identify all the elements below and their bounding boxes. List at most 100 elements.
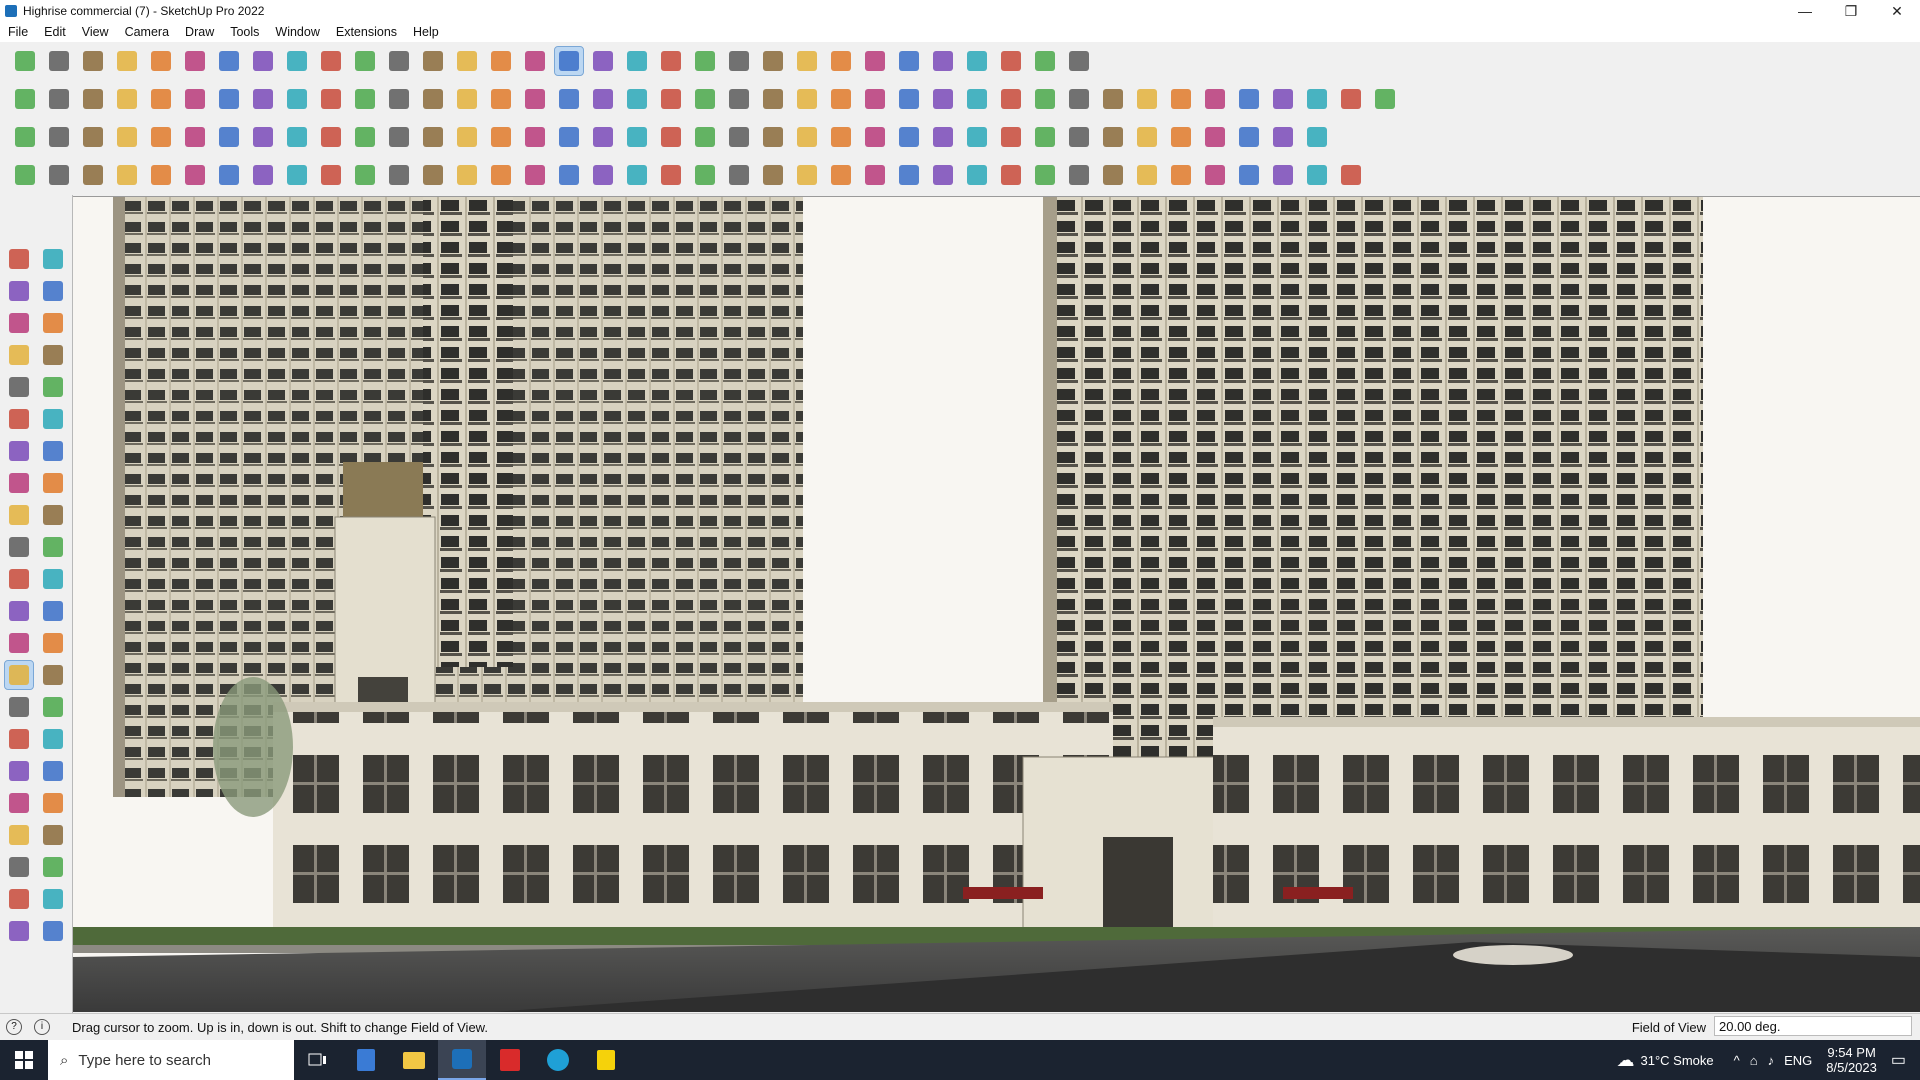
- tray-tool-icon-36[interactable]: [39, 789, 67, 817]
- row2-tool-icon-25[interactable]: [827, 85, 855, 113]
- row4-tool-icon-15[interactable]: [487, 161, 515, 189]
- network-icon[interactable]: ⌂: [1750, 1053, 1758, 1068]
- menu-edit[interactable]: Edit: [36, 25, 74, 39]
- geo-location-icon[interactable]: ?: [6, 1019, 22, 1035]
- row2-tool-icon-23[interactable]: [759, 85, 787, 113]
- row3-tool-icon-29[interactable]: [963, 123, 991, 151]
- row4-tool-icon-22[interactable]: [725, 161, 753, 189]
- row3-tool-icon-3[interactable]: [79, 123, 107, 151]
- row1-tool-icon-28[interactable]: [929, 47, 957, 75]
- row4-tool-icon-34[interactable]: [1133, 161, 1161, 189]
- row4-tool-icon-9[interactable]: [283, 161, 311, 189]
- row4-tool-icon-39[interactable]: [1303, 161, 1331, 189]
- row2-tool-icon-38[interactable]: [1269, 85, 1297, 113]
- row1-tool-icon-29[interactable]: [963, 47, 991, 75]
- row3-tool-icon-4[interactable]: [113, 123, 141, 151]
- tray-tool-icon-31[interactable]: [5, 725, 33, 753]
- row3-tool-icon-2[interactable]: [45, 123, 73, 151]
- row2-tool-icon-19[interactable]: [623, 85, 651, 113]
- row2-tool-icon-11[interactable]: [351, 85, 379, 113]
- taskbar-search-box[interactable]: ⌕ Type here to search: [48, 1040, 294, 1080]
- row2-tool-icon-21[interactable]: [691, 85, 719, 113]
- row4-tool-icon-40[interactable]: [1337, 161, 1365, 189]
- tray-tool-icon-12[interactable]: [39, 405, 67, 433]
- row3-tool-icon-7[interactable]: [215, 123, 243, 151]
- tray-tool-icon-8[interactable]: [39, 341, 67, 369]
- row4-tool-icon-31[interactable]: [1031, 161, 1059, 189]
- row2-tool-icon-6[interactable]: [181, 85, 209, 113]
- tray-tool-icon-40[interactable]: [39, 853, 67, 881]
- row4-tool-icon-21[interactable]: [691, 161, 719, 189]
- volume-icon[interactable]: ♪: [1768, 1053, 1775, 1068]
- row3-tool-icon-33[interactable]: [1099, 123, 1127, 151]
- row2-tool-icon-3[interactable]: [79, 85, 107, 113]
- row3-tool-icon-13[interactable]: [419, 123, 447, 151]
- row4-tool-icon-28[interactable]: [929, 161, 957, 189]
- tray-tool-icon-3[interactable]: [5, 277, 33, 305]
- row4-tool-icon-4[interactable]: [113, 161, 141, 189]
- tray-tool-icon-16[interactable]: [39, 469, 67, 497]
- row1-tool-icon-9[interactable]: [283, 47, 311, 75]
- notification-icon[interactable]: ▭: [1891, 1050, 1906, 1070]
- row2-tool-icon-8[interactable]: [249, 85, 277, 113]
- tray-tool-icon-10[interactable]: [39, 373, 67, 401]
- edge-icon[interactable]: [534, 1040, 582, 1080]
- tray-tool-icon-15[interactable]: [5, 469, 33, 497]
- tray-tool-icon-19[interactable]: [5, 533, 33, 561]
- row3-tool-icon-38[interactable]: [1269, 123, 1297, 151]
- row2-tool-icon-22[interactable]: [725, 85, 753, 113]
- row3-tool-icon-24[interactable]: [793, 123, 821, 151]
- chevron-up-icon[interactable]: ^: [1734, 1053, 1740, 1068]
- row4-tool-icon-32[interactable]: [1065, 161, 1093, 189]
- row1-tool-icon-25[interactable]: [827, 47, 855, 75]
- tray-tool-icon-25[interactable]: [5, 629, 33, 657]
- row4-tool-icon-3[interactable]: [79, 161, 107, 189]
- row1-tool-icon-14[interactable]: [453, 47, 481, 75]
- row4-tool-icon-36[interactable]: [1201, 161, 1229, 189]
- row1-tool-icon-6[interactable]: [181, 47, 209, 75]
- tray-tool-icon-43[interactable]: [5, 917, 33, 945]
- row3-tool-icon-36[interactable]: [1201, 123, 1229, 151]
- row2-tool-icon-17[interactable]: [555, 85, 583, 113]
- tray-tool-icon-14[interactable]: [39, 437, 67, 465]
- row1-tool-icon-11[interactable]: [351, 47, 379, 75]
- row4-tool-icon-10[interactable]: [317, 161, 345, 189]
- row2-tool-icon-33[interactable]: [1099, 85, 1127, 113]
- row2-tool-icon-9[interactable]: [283, 85, 311, 113]
- row2-tool-icon-1[interactable]: [11, 85, 39, 113]
- row4-tool-icon-1[interactable]: [11, 161, 39, 189]
- row1-tool-icon-1[interactable]: [11, 47, 39, 75]
- row1-tool-icon-2[interactable]: [45, 47, 73, 75]
- row2-tool-icon-30[interactable]: [997, 85, 1025, 113]
- row1-tool-icon-3[interactable]: [79, 47, 107, 75]
- row1-tool-icon-8[interactable]: [249, 47, 277, 75]
- tray-tool-icon-6[interactable]: [39, 309, 67, 337]
- tray-tool-icon-27[interactable]: [4, 660, 34, 690]
- row3-tool-icon-35[interactable]: [1167, 123, 1195, 151]
- menu-window[interactable]: Window: [267, 25, 327, 39]
- tray-tool-icon-5[interactable]: [5, 309, 33, 337]
- tray-tool-icon-39[interactable]: [5, 853, 33, 881]
- row3-tool-icon-31[interactable]: [1031, 123, 1059, 151]
- tray-tool-icon-22[interactable]: [39, 565, 67, 593]
- tray-tool-icon-33[interactable]: [5, 757, 33, 785]
- row1-tool-icon-23[interactable]: [759, 47, 787, 75]
- row3-tool-icon-18[interactable]: [589, 123, 617, 151]
- row4-tool-icon-30[interactable]: [997, 161, 1025, 189]
- measurements-box[interactable]: 20.00 deg.: [1714, 1016, 1912, 1036]
- row2-tool-icon-40[interactable]: [1337, 85, 1365, 113]
- row1-tool-icon-5[interactable]: [147, 47, 175, 75]
- row4-tool-icon-17[interactable]: [555, 161, 583, 189]
- row4-tool-icon-24[interactable]: [793, 161, 821, 189]
- row2-tool-icon-16[interactable]: [521, 85, 549, 113]
- menu-draw[interactable]: Draw: [177, 25, 222, 39]
- row4-tool-icon-5[interactable]: [147, 161, 175, 189]
- tray-tool-icon-42[interactable]: [39, 885, 67, 913]
- row3-tool-icon-8[interactable]: [249, 123, 277, 151]
- row1-tool-icon-21[interactable]: [691, 47, 719, 75]
- tray-tool-icon-30[interactable]: [39, 693, 67, 721]
- row3-tool-icon-26[interactable]: [861, 123, 889, 151]
- row2-tool-icon-18[interactable]: [589, 85, 617, 113]
- tray-tool-icon-23[interactable]: [5, 597, 33, 625]
- row4-tool-icon-29[interactable]: [963, 161, 991, 189]
